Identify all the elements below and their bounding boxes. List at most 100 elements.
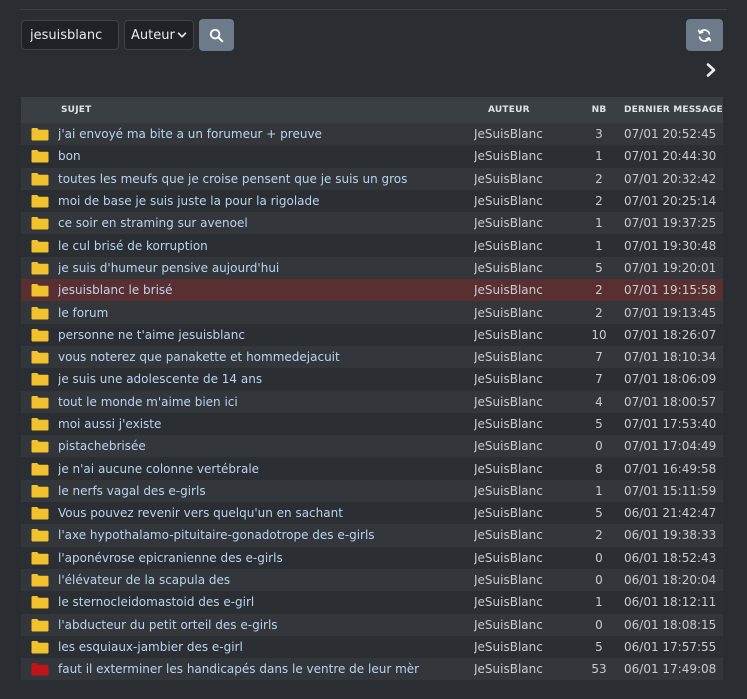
topic-link[interactable]: l'axe hypothalamo-pituitaire-gonadotrope… <box>58 528 375 542</box>
topic-author[interactable]: JeSuisBlanc <box>474 368 574 390</box>
topic-link[interactable]: pistachebrisée <box>58 439 146 453</box>
topic-link[interactable]: je suis une adolescente de 14 ans <box>58 372 262 386</box>
topic-link[interactable]: tout le monde m'aime bien ici <box>58 395 238 409</box>
topic-last-message: 07/01 18:10:34 <box>624 350 717 365</box>
topic-icon-cell <box>21 145 58 167</box>
topic-author[interactable]: JeSuisBlanc <box>474 257 574 279</box>
topic-count: 5 <box>595 417 603 431</box>
topic-link[interactable]: ce soir en straming sur avenoel <box>58 216 248 230</box>
topic-count: 2 <box>595 528 603 543</box>
table-row: j'ai envoyé ma bite a un forumeur + preu… <box>21 123 723 146</box>
topic-author[interactable]: JeSuisBlanc <box>474 614 574 636</box>
folder-icon <box>31 306 48 320</box>
next-page-button[interactable] <box>703 62 719 78</box>
table-row: Vous pouvez revenir vers quelqu'un en sa… <box>21 502 723 525</box>
search-type-select[interactable]: Auteur <box>124 20 194 50</box>
topic-subject-cell: moi de base je suis juste la pour la rig… <box>58 190 474 212</box>
folder-icon <box>31 395 48 409</box>
table-row: pistachebrisée JeSuisBlanc 0 07/01 17:04:49 <box>21 435 723 458</box>
folder-icon <box>31 351 48 364</box>
topic-author[interactable]: JeSuisBlanc <box>474 324 574 346</box>
topic-subject-cell: toutes les meufs que je croise pensent q… <box>58 168 474 190</box>
topic-subject-cell: jesuisblanc le brisé <box>58 279 474 301</box>
topic-subject-cell: le nerfs vagal des e-girls <box>58 480 474 502</box>
topic-link[interactable]: je n'ai aucune colonne vertébrale <box>58 462 259 476</box>
topic-author[interactable]: JeSuisBlanc <box>474 391 574 413</box>
header-subject: SUJET <box>61 105 92 115</box>
topic-last-message: 07/01 17:53:40 <box>624 417 717 431</box>
topic-author[interactable]: JeSuisBlanc <box>474 301 574 323</box>
topic-subject-cell: vous noterez que panakette et hommedejac… <box>58 346 474 368</box>
topic-author[interactable]: JeSuisBlanc <box>474 480 574 502</box>
topic-author[interactable]: JeSuisBlanc <box>474 413 574 435</box>
table-row: vous noterez que panakette et hommedejac… <box>21 345 723 369</box>
topic-author[interactable]: JeSuisBlanc <box>474 346 574 368</box>
topic-link[interactable]: le cul brisé de korruption <box>58 239 208 253</box>
topic-author[interactable]: JeSuisBlanc <box>474 524 574 546</box>
topic-icon-cell <box>21 524 58 546</box>
topic-author[interactable]: JeSuisBlanc <box>474 435 574 457</box>
topic-link[interactable]: jesuisblanc le brisé <box>58 283 173 297</box>
topic-link[interactable]: vous noterez que panakette et hommedejac… <box>58 350 340 364</box>
folder-icon <box>31 529 48 542</box>
table-row: je suis d'humeur pensive aujourd'hui JeSu… <box>21 256 723 280</box>
topic-link[interactable]: le sternocleidomastoid des e-girl <box>58 595 254 609</box>
topic-icon-cell <box>21 257 58 279</box>
topic-author[interactable]: JeSuisBlanc <box>474 658 574 680</box>
topic-link[interactable]: les esquiaux-jambier des e-girl <box>58 640 243 654</box>
topic-author[interactable]: JeSuisBlanc <box>474 591 574 613</box>
table-row: l'axe hypothalamo-pituitaire-gonadotrope… <box>21 524 723 547</box>
topic-last-message: 07/01 19:13:45 <box>624 305 717 320</box>
topic-count: 0 <box>595 550 603 565</box>
topic-link[interactable]: Vous pouvez revenir vers quelqu'un en sa… <box>58 506 343 520</box>
folder-icon <box>31 596 48 609</box>
topic-count: 1 <box>595 238 603 253</box>
topic-icon-cell <box>21 324 58 346</box>
topic-link[interactable]: faut il exterminer les handicapés dans l… <box>58 662 419 676</box>
folder-icon <box>31 462 48 476</box>
chevron-right-icon <box>706 63 716 77</box>
topic-link[interactable]: l'aponévrose epicranienne des e-girls <box>58 551 283 565</box>
topic-link[interactable]: moi aussi j'existe <box>58 417 161 431</box>
folder-icon <box>31 195 48 208</box>
search-button[interactable] <box>199 19 234 51</box>
topic-author[interactable]: JeSuisBlanc <box>474 123 574 145</box>
topic-icon-cell <box>21 346 58 368</box>
topic-link[interactable]: l'élévateur de la scapula des <box>58 573 230 587</box>
topic-author[interactable]: JeSuisBlanc <box>474 145 574 167</box>
search-input[interactable] <box>21 20 119 50</box>
topic-subject-cell: l'axe hypothalamo-pituitaire-gonadotrope… <box>58 524 474 546</box>
topic-link[interactable]: personne ne t'aime jesuisblanc <box>58 328 245 342</box>
topic-count: 10 <box>591 327 607 342</box>
topic-icon-cell <box>21 212 58 234</box>
topic-author[interactable]: JeSuisBlanc <box>474 279 574 301</box>
topic-author[interactable]: JeSuisBlanc <box>474 547 574 569</box>
topic-author[interactable]: JeSuisBlanc <box>474 502 574 524</box>
topic-link[interactable]: j'ai envoyé ma bite a un forumeur + preu… <box>58 127 322 141</box>
table-row: tout le monde m'aime bien ici JeSuisBlanc… <box>21 390 723 413</box>
topic-author[interactable]: JeSuisBlanc <box>474 636 574 658</box>
topic-link[interactable]: bon <box>58 149 81 163</box>
refresh-button[interactable] <box>686 19 723 51</box>
topic-link[interactable]: moi de base je suis juste la pour la rig… <box>58 194 320 208</box>
topic-subject-cell: personne ne t'aime jesuisblanc <box>58 324 474 346</box>
topic-last-message: 07/01 20:52:45 <box>624 127 717 142</box>
topic-link[interactable]: le forum <box>58 306 108 320</box>
table-row: les esquiaux-jambier des e-girl JeSuisBla… <box>21 635 723 659</box>
topic-count: 5 <box>595 506 603 521</box>
topic-last-message: 06/01 18:52:43 <box>624 550 717 565</box>
folder-icon <box>31 618 48 632</box>
topic-link[interactable]: le nerfs vagal des e-girls <box>58 484 206 498</box>
topic-author[interactable]: JeSuisBlanc <box>474 234 574 256</box>
topic-author[interactable]: JeSuisBlanc <box>474 457 574 479</box>
topic-author[interactable]: JeSuisBlanc <box>474 190 574 212</box>
folder-icon <box>31 640 48 654</box>
topic-author[interactable]: JeSuisBlanc <box>474 569 574 591</box>
topic-author[interactable]: JeSuisBlanc <box>474 168 574 190</box>
topic-author[interactable]: JeSuisBlanc <box>474 212 574 234</box>
topic-count: 7 <box>595 372 603 387</box>
topic-subject-cell: je suis une adolescente de 14 ans <box>58 368 474 390</box>
topic-link[interactable]: je suis d'humeur pensive aujourd'hui <box>58 261 279 275</box>
topic-link[interactable]: l'abducteur du petit orteil des e-girls <box>58 618 278 632</box>
topic-link[interactable]: toutes les meufs que je croise pensent q… <box>58 172 407 186</box>
